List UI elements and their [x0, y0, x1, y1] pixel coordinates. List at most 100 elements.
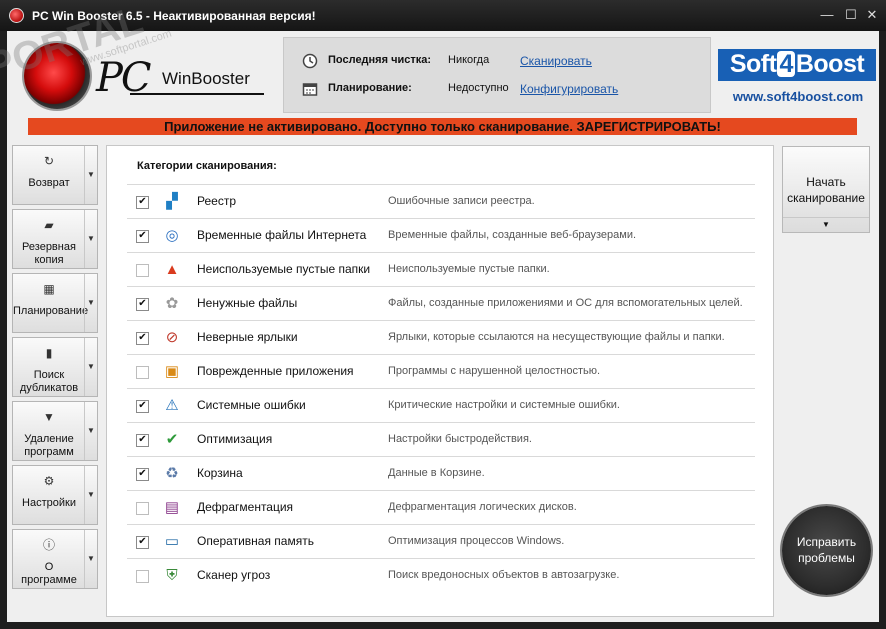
scan-category-description: Временные файлы, созданные веб-браузерам…	[388, 229, 637, 241]
optimization-icon: ✔	[165, 431, 179, 448]
scan-category-row[interactable]: ✔ ▞ Реестр Ошибочные записи реестра.	[127, 184, 755, 218]
sidebar-item-dropdown-arrow[interactable]: ▼	[84, 146, 97, 204]
last-scan-value: Никогда	[448, 54, 490, 66]
broken-shortcut-icon: ⊘	[165, 329, 179, 346]
sidebar-item-label: О программе	[21, 561, 77, 586]
scan-category-checkbox[interactable]: ✔	[136, 196, 149, 209]
scan-category-description: Ярлыки, которые ссылаются на несуществую…	[388, 331, 725, 343]
scan-category-name: Оперативная память	[197, 534, 314, 548]
scan-category-name: Неиспользуемые пустые папки	[197, 262, 371, 276]
sidebar-item-dropdown-arrow[interactable]: ▼	[84, 530, 97, 588]
scan-category-row[interactable]: ✔ ✿ Ненужные файлы Файлы, созданные приложе…	[127, 286, 755, 320]
scan-category-row[interactable]: ▣ Поврежденные приложения Программы с нару…	[127, 354, 755, 388]
maximize-button[interactable]: ☐	[840, 5, 862, 25]
start-scan-button[interactable]: Начать сканирование ▼	[782, 146, 870, 233]
vendor-brand-soft: Soft	[729, 50, 777, 78]
sidebar-item-5[interactable]: ▼ Удаление программ ▼	[12, 401, 98, 461]
start-scan-label: Начать сканирование	[783, 174, 869, 206]
clock-icon	[302, 53, 318, 69]
title-bar[interactable]: PC Win Booster 6.5 - Неактивированная ве…	[0, 0, 886, 31]
status-panel: Последняя чистка: Никогда Сканировать Пл…	[283, 37, 711, 113]
scan-link[interactable]: Сканировать	[520, 54, 592, 68]
activation-banner[interactable]: Приложение не активировано. Доступно тол…	[28, 118, 857, 135]
sidebar-item-6[interactable]: ⚙ Настройки ▼	[12, 465, 98, 525]
scan-category-description: Критические настройки и системные ошибки…	[388, 399, 620, 411]
scan-category-description: Дефрагментация логических дисков.	[388, 501, 577, 513]
scan-category-row[interactable]: ✔ ⚠ Системные ошибки Критические настройки …	[127, 388, 755, 422]
close-button[interactable]: ✕	[861, 5, 883, 25]
sidebar-item-label: Настройки	[22, 497, 76, 509]
sidebar-item-dropdown-arrow[interactable]: ▼	[84, 402, 97, 460]
logo-winbooster-text: WinBooster	[162, 69, 250, 88]
scan-category-checkbox[interactable]	[136, 264, 149, 277]
scan-category-name: Системные ошибки	[197, 398, 306, 412]
scan-category-checkbox[interactable]	[136, 366, 149, 379]
scan-category-description: Данные в Корзине.	[388, 467, 485, 479]
vendor-logo[interactable]: Soft 4 Boost	[718, 49, 876, 81]
scan-category-checkbox[interactable]	[136, 502, 149, 515]
settings-icon: ⚙	[43, 474, 55, 488]
scan-category-checkbox[interactable]: ✔	[136, 434, 149, 447]
calendar-icon: ▦	[43, 282, 55, 296]
scan-category-checkbox[interactable]	[136, 570, 149, 583]
sidebar-item-3[interactable]: ▦ Планирование ▼	[12, 273, 98, 333]
scan-category-checkbox[interactable]: ✔	[136, 230, 149, 243]
fix-problems-button[interactable]: Исправить проблемы	[782, 506, 871, 595]
scan-category-name: Оптимизация	[197, 432, 273, 446]
memory-icon: ▭	[164, 533, 180, 550]
fix-problems-label-line2: проблемы	[798, 551, 855, 565]
trash-icon: ▼	[43, 410, 55, 424]
configure-link[interactable]: Конфигурировать	[520, 82, 618, 96]
scan-category-description: Поиск вредоносных объектов в автозагрузк…	[388, 569, 620, 581]
vendor-url-link[interactable]: www.soft4boost.com	[718, 89, 878, 104]
scan-category-checkbox[interactable]: ✔	[136, 468, 149, 481]
minimize-button[interactable]: —	[816, 5, 838, 25]
start-scan-dropdown-arrow[interactable]: ▼	[783, 217, 869, 232]
schedule-value: Недоступно	[448, 82, 509, 94]
sidebar-item-1[interactable]: ↻ Возврат ▼	[12, 145, 98, 205]
scan-category-checkbox[interactable]: ✔	[136, 400, 149, 413]
sidebar-item-4[interactable]: ▮ Поиск дубликатов ▼	[12, 337, 98, 397]
scan-category-row[interactable]: ✔ ▭ Оперативная память Оптимизация процессо…	[127, 524, 755, 558]
app-window: PC Win Booster 6.5 - Неактивированная ве…	[0, 0, 886, 629]
calendar-icon	[302, 83, 318, 96]
scan-category-name: Реестр	[197, 194, 236, 208]
scan-category-row[interactable]: ⛨ Сканер угроз Поиск вредоносных объектов …	[127, 558, 755, 592]
schedule-label: Планирование:	[328, 82, 412, 94]
scan-category-row[interactable]: ▲ Неиспользуемые пустые папки Неиспользуем…	[127, 252, 755, 286]
scan-category-row[interactable]: ✔ ◎ Временные файлы Интернета Временные фай…	[127, 218, 755, 252]
sidebar-item-label: Удаление программ	[24, 433, 74, 458]
scan-category-description: Неиспользуемые пустые папки.	[388, 263, 550, 275]
scan-category-description: Программы с нарушенной целостностью.	[388, 365, 601, 377]
sidebar-item-dropdown-arrow[interactable]: ▼	[84, 210, 97, 268]
system-error-icon: ⚠	[165, 397, 179, 414]
vendor-brand-boost: Boost	[795, 50, 865, 78]
sidebar-item-dropdown-arrow[interactable]: ▼	[84, 338, 97, 396]
logo-underline	[130, 93, 264, 95]
scan-category-row[interactable]: ✔ ⊘ Неверные ярлыки Ярлыки, которые ссылают…	[127, 320, 755, 354]
scan-category-description: Ошибочные записи реестра.	[388, 195, 535, 207]
scan-category-row[interactable]: ▤ Дефрагментация Дефрагментация логических…	[127, 490, 755, 524]
scan-category-name: Ненужные файлы	[197, 296, 298, 310]
scan-category-description: Файлы, созданные приложениями и ОС для в…	[388, 297, 743, 309]
sidebar-item-2[interactable]: ▰ Резервная копия ▼	[12, 209, 98, 269]
scan-category-checkbox[interactable]: ✔	[136, 536, 149, 549]
scan-category-row[interactable]: ✔ ♻ Корзина Данные в Корзине.	[127, 456, 755, 490]
scan-category-checkbox[interactable]: ✔	[136, 332, 149, 345]
fix-problems-label: Исправить проблемы	[782, 534, 871, 566]
start-scan-label-line1: Начать	[806, 175, 846, 189]
scan-category-row[interactable]: ✔ ✔ Оптимизация Настройки быстродействия.	[127, 422, 755, 456]
logo-disc-icon	[24, 43, 90, 109]
registry-icon: ▞	[166, 193, 178, 210]
app-logo: PC WinBooster	[20, 39, 280, 121]
sidebar-item-7[interactable]: ⓘ О программе ▼	[12, 529, 98, 589]
restore-icon: ↻	[43, 154, 55, 168]
sidebar-item-dropdown-arrow[interactable]: ▼	[84, 466, 97, 524]
app-icon	[9, 8, 24, 23]
last-scan-label: Последняя чистка:	[328, 54, 432, 66]
scan-category-checkbox[interactable]: ✔	[136, 298, 149, 311]
sidebar-item-dropdown-arrow[interactable]: ▼	[84, 274, 97, 332]
vendor-brand-four: 4	[777, 50, 795, 78]
client-area: PC WinBooster PORTAL www.softportal.com …	[0, 0, 879, 622]
sidebar-item-label: Поиск дубликатов	[19, 369, 79, 394]
